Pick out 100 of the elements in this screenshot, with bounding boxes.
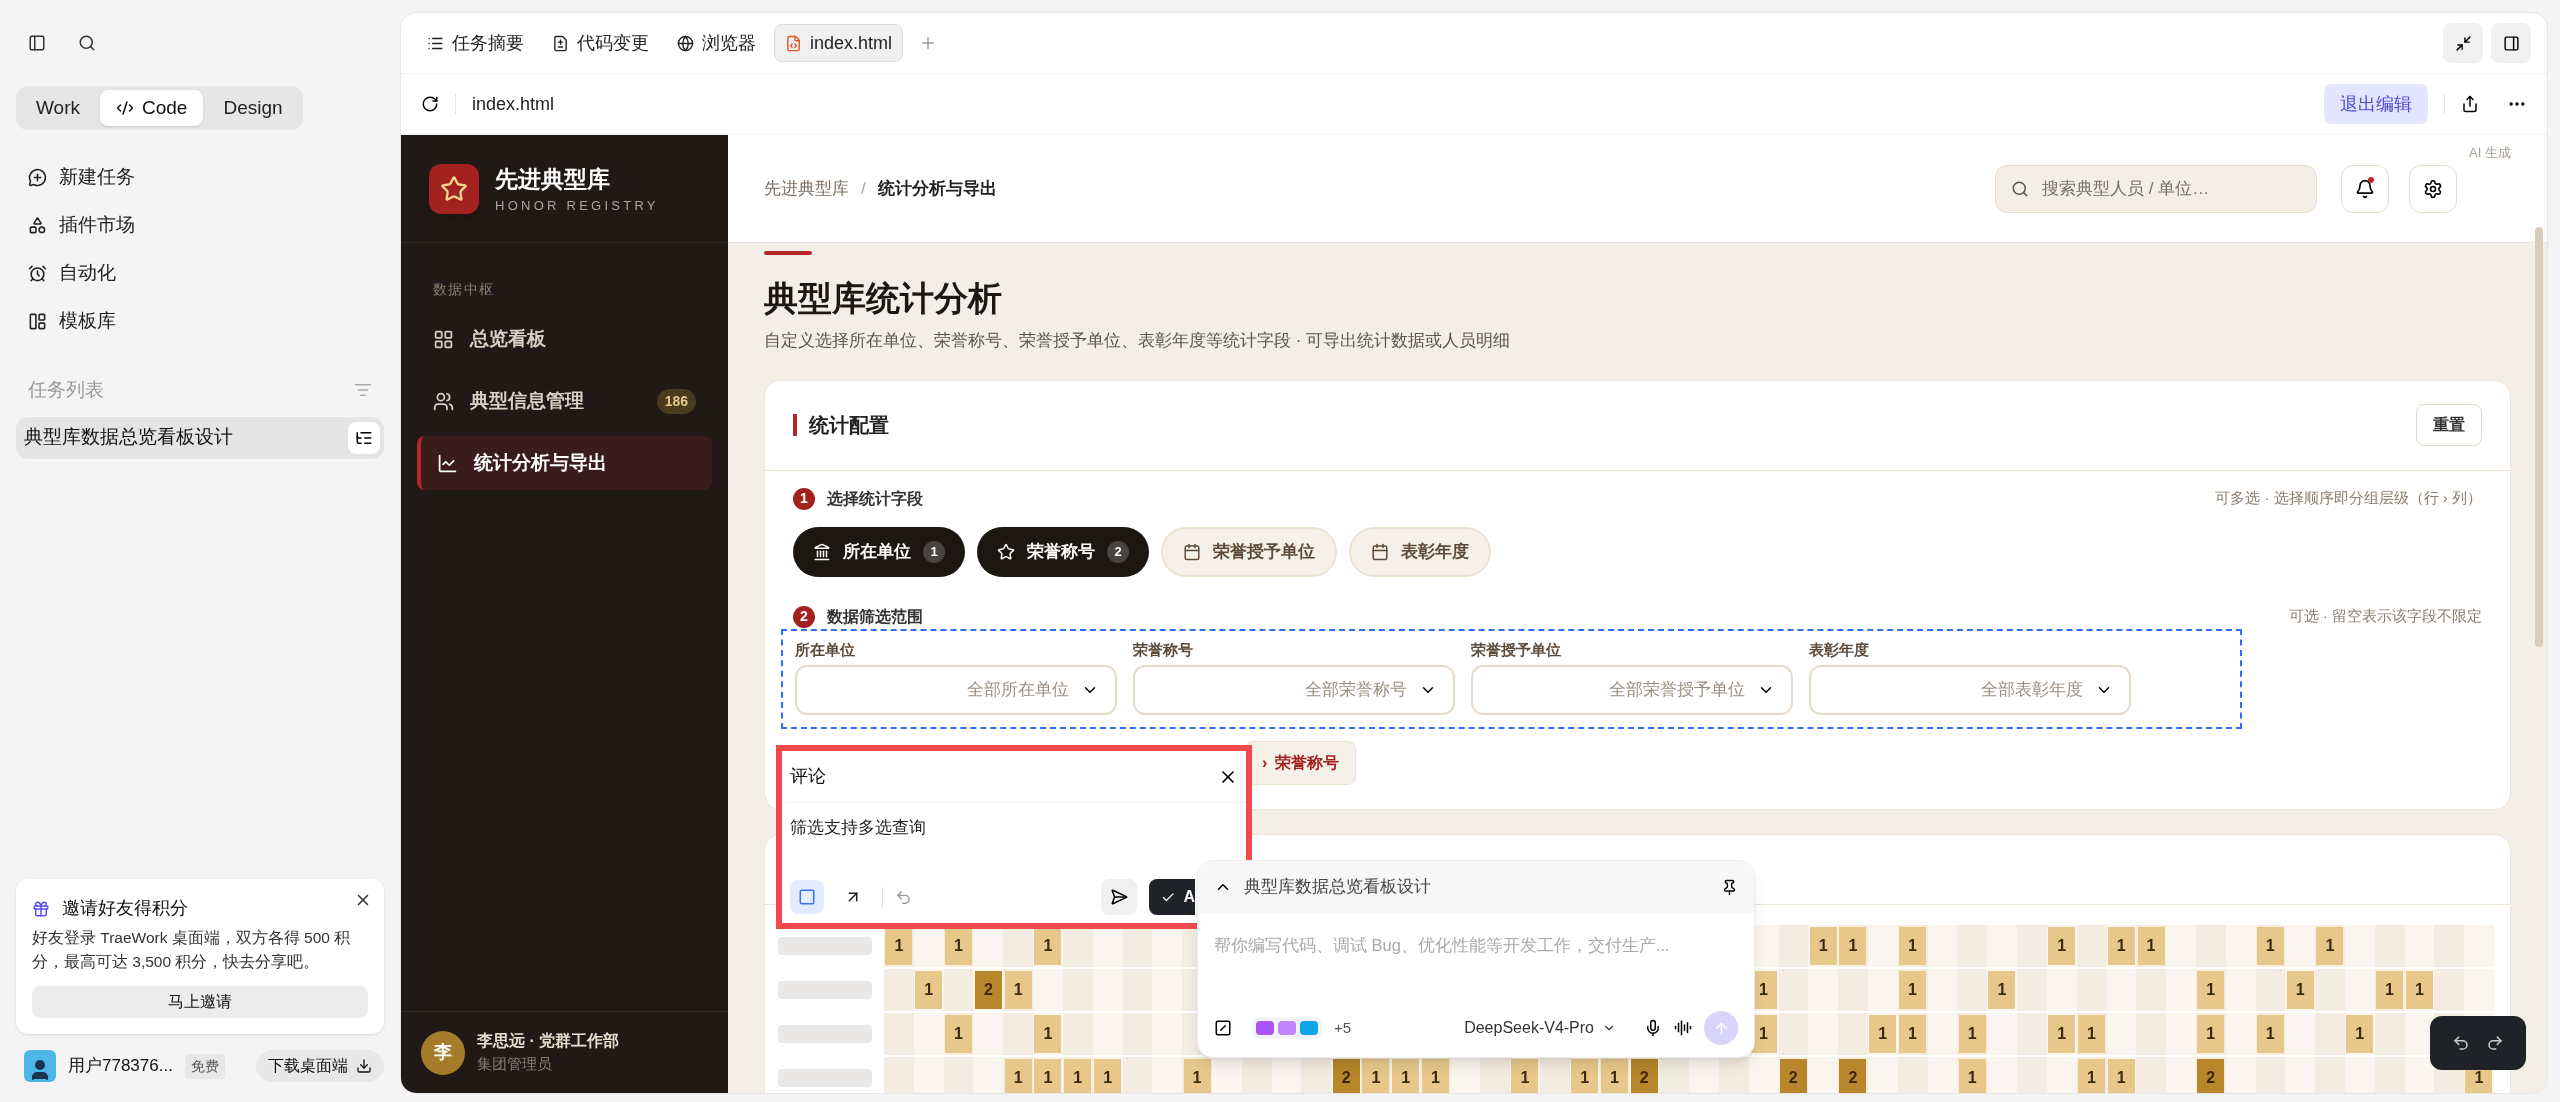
step-hint: 可选 · 留空表示该字段不限定 bbox=[2288, 606, 2482, 627]
model-select[interactable]: DeepSeek-V4-Pro bbox=[1464, 1016, 1616, 1040]
download-button[interactable]: 下载桌面端 bbox=[256, 1050, 384, 1082]
select-placeholder: 全部表彰年度 bbox=[1981, 679, 2083, 702]
nav-item[interactable]: 自动化 bbox=[28, 258, 372, 288]
task-title: 典型库数据总览看板设计 bbox=[24, 425, 233, 450]
step-label: 数据筛选范围 bbox=[827, 606, 923, 627]
chat-input[interactable]: 帮你编写代码、调试 Bug、优化性能等开发工作，交付生产... bbox=[1214, 925, 1738, 965]
shapes-icon bbox=[28, 215, 47, 235]
order-badge: 1 bbox=[923, 540, 945, 563]
app-nav-item[interactable]: 统计分析与导出 bbox=[417, 436, 712, 490]
confirm-button[interactable]: A bbox=[1149, 879, 1195, 915]
undo-icon[interactable] bbox=[2452, 1034, 2470, 1052]
redo-icon[interactable] bbox=[2486, 1034, 2504, 1052]
microphone-icon[interactable] bbox=[1644, 1019, 1662, 1037]
heatmap-cell: 1 bbox=[885, 927, 913, 965]
tab[interactable]: 任务摘要 bbox=[417, 24, 534, 62]
heatmap-cell: 1 bbox=[2107, 1059, 2135, 1093]
command-icon[interactable] bbox=[1214, 1019, 1232, 1037]
send-icon bbox=[1110, 888, 1128, 906]
user-role: 集团管理员 bbox=[477, 1054, 553, 1075]
pin-icon[interactable] bbox=[1721, 878, 1738, 896]
exit-edit-button[interactable]: 退出编辑 bbox=[2324, 84, 2428, 124]
heatmap-cell: 2 bbox=[1332, 1059, 1360, 1093]
heatmap-cell: 1 bbox=[1034, 1015, 1062, 1053]
collapse-button[interactable] bbox=[2443, 23, 2483, 63]
app-icons-drawing[interactable] bbox=[1252, 1017, 1322, 1039]
search-icon bbox=[2011, 179, 2030, 198]
heatmap-cell: 1 bbox=[1422, 1059, 1450, 1093]
building-icon bbox=[813, 542, 831, 561]
file-diff-icon bbox=[552, 34, 569, 52]
heatmap-cell: 1 bbox=[2197, 971, 2225, 1009]
user-name: 用户778376... bbox=[68, 1055, 173, 1078]
heatmap-cell: 1 bbox=[1004, 971, 1032, 1009]
field-chip[interactable]: 所在单位 1 bbox=[793, 526, 965, 577]
comment-text: 筛选支持多选查询 bbox=[789, 817, 927, 839]
heatmap-cell: 1 bbox=[945, 927, 973, 965]
square-icon bbox=[798, 888, 816, 906]
ai-note: AI 生成 bbox=[2469, 144, 2511, 162]
heatmap-cell: 1 bbox=[2286, 971, 2314, 1009]
page-title: 典型库统计分析 bbox=[764, 277, 1003, 320]
nav-item[interactable]: 模板库 bbox=[28, 306, 372, 336]
search-icon[interactable] bbox=[78, 34, 96, 52]
tab[interactable]: 代码变更 bbox=[542, 24, 659, 62]
send-button[interactable] bbox=[1101, 879, 1137, 915]
sidebar-toggle-icon[interactable] bbox=[28, 34, 46, 52]
heatmap-cell: 1 bbox=[2405, 971, 2433, 1009]
tab[interactable]: index.html bbox=[774, 24, 904, 62]
globe-icon bbox=[677, 34, 694, 52]
heatmap-cell: 1 bbox=[2077, 1059, 2105, 1093]
app-nav-item[interactable]: 总览看板 bbox=[417, 312, 712, 366]
heatmap-cell: 2 bbox=[1839, 1059, 1867, 1093]
scrollbar[interactable] bbox=[2535, 227, 2543, 647]
heatmap-cell: 1 bbox=[1988, 971, 2016, 1009]
field-chip[interactable]: 表彰年度 bbox=[1349, 526, 1491, 577]
address-text: index.html bbox=[472, 92, 555, 116]
task-tree-button[interactable] bbox=[348, 421, 380, 454]
mode-tab[interactable]: Design bbox=[207, 90, 299, 126]
code-icon bbox=[116, 99, 134, 117]
rectangle-tool[interactable] bbox=[790, 880, 824, 914]
heatmap-cell: 1 bbox=[1064, 1059, 1092, 1093]
mode-tab[interactable]: Code bbox=[100, 90, 204, 126]
step-number: 2 bbox=[793, 605, 815, 628]
task-item[interactable]: 典型库数据总览看板设计 bbox=[16, 416, 384, 459]
notification-button[interactable] bbox=[2341, 164, 2390, 213]
field-chip[interactable]: 荣誉称号 2 bbox=[977, 526, 1149, 577]
share-icon[interactable] bbox=[2461, 95, 2479, 113]
breadcrumb-link[interactable]: 先进典型库 bbox=[764, 175, 849, 202]
file-icon bbox=[785, 34, 802, 52]
mode-tab[interactable]: Work bbox=[20, 90, 96, 126]
reset-button[interactable]: 重置 bbox=[2416, 404, 2482, 446]
panel-icon bbox=[2502, 34, 2520, 52]
field-chip[interactable]: 荣誉授予单位 bbox=[1161, 526, 1337, 577]
waveform-icon[interactable] bbox=[1674, 1019, 1692, 1037]
settings-button[interactable] bbox=[2409, 164, 2458, 213]
search-field[interactable]: 搜索典型人员 / 单位… bbox=[1995, 164, 2318, 213]
reload-icon[interactable] bbox=[421, 95, 439, 113]
chat-plus-icon bbox=[28, 167, 47, 187]
nav-item[interactable]: 新建任务 bbox=[28, 162, 372, 192]
heatmap-cell: 2 bbox=[1779, 1059, 1807, 1093]
tab[interactable]: 浏览器 bbox=[667, 24, 766, 62]
step-label: 选择统计字段 bbox=[827, 488, 923, 509]
app-nav-item[interactable]: 典型信息管理 186 bbox=[417, 374, 712, 428]
gift-icon bbox=[32, 899, 50, 918]
heatmap-cell: 1 bbox=[2256, 1015, 2284, 1053]
user-avatar: 李 bbox=[421, 1030, 465, 1075]
filter-label: 荣誉授予单位 bbox=[1471, 639, 1562, 660]
select-placeholder: 全部所在单位 bbox=[967, 679, 1069, 702]
user-name: 李思远 · 党群工作部 bbox=[477, 1031, 620, 1052]
nav-item[interactable]: 插件市场 bbox=[28, 210, 372, 240]
heatmap-cell: 1 bbox=[1571, 1059, 1599, 1093]
section-label: 数据中枢 bbox=[433, 280, 496, 299]
brand-subtitle: HONOR REGISTRY bbox=[495, 197, 659, 215]
invite-button[interactable]: 马上邀请 bbox=[32, 986, 368, 1018]
heatmap-cell: 1 bbox=[1958, 1059, 1986, 1093]
star-icon bbox=[440, 174, 468, 203]
panel-button[interactable] bbox=[2491, 23, 2531, 63]
heatmap-cell: 1 bbox=[1809, 927, 1837, 965]
heatmap-cell: 1 bbox=[915, 971, 943, 1009]
filter-label: 荣誉称号 bbox=[1133, 639, 1194, 660]
